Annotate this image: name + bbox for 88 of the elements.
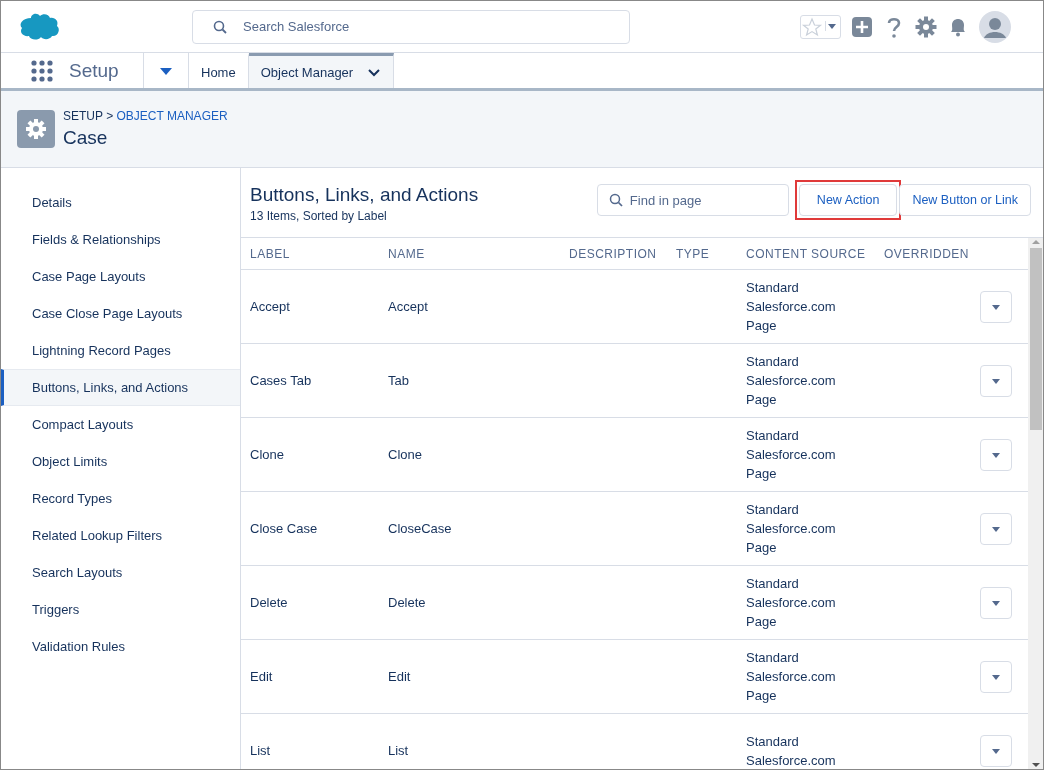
row-menu-button[interactable] bbox=[980, 290, 1012, 323]
sidebar-item[interactable]: Related Lookup Filters bbox=[1, 517, 240, 554]
column-header: OVERRIDDEN bbox=[884, 246, 970, 261]
scroll-up-icon[interactable] bbox=[1030, 238, 1041, 246]
table-cell-text: Standard bbox=[746, 353, 800, 371]
sidebar-item[interactable]: Buttons, Links, and Actions bbox=[1, 369, 240, 406]
breadcrumb-item[interactable]: SETUP bbox=[63, 109, 103, 123]
table-cell-text: List bbox=[250, 743, 272, 758]
table-cell-text: Salesforce.com bbox=[746, 594, 837, 612]
favorites-button[interactable] bbox=[800, 14, 841, 39]
table-cell-text: Delete bbox=[250, 595, 289, 610]
row-menu-button[interactable] bbox=[980, 438, 1012, 471]
scroll-down-icon[interactable] bbox=[1030, 761, 1041, 769]
table-cell-text: Salesforce.com bbox=[746, 520, 837, 538]
settings-icon bbox=[17, 110, 55, 148]
table-cell-text: Standard bbox=[746, 501, 800, 519]
table-cell-text: Page bbox=[746, 465, 778, 483]
add-icon[interactable] bbox=[851, 15, 873, 38]
settings-icon[interactable] bbox=[915, 15, 937, 38]
nav-menu-button[interactable] bbox=[143, 53, 189, 88]
table-cell-text: Page bbox=[746, 391, 778, 409]
chevron-icon bbox=[367, 66, 382, 78]
table-cell-text: Tab bbox=[388, 373, 410, 388]
scrollbar[interactable] bbox=[1028, 238, 1043, 769]
table-cell-text: Salesforce.com bbox=[746, 372, 837, 390]
table-cell-text: Standard bbox=[746, 279, 800, 297]
table-cell-text: Standard bbox=[746, 575, 800, 593]
search-icon bbox=[608, 193, 623, 207]
sidebar-item[interactable]: Record Types bbox=[1, 480, 240, 517]
table-cell-text: Page bbox=[746, 539, 778, 557]
column-header: LABEL bbox=[250, 246, 291, 261]
table-cell-text: Salesforce.com bbox=[746, 668, 837, 686]
table-cell-text: Clone bbox=[388, 447, 423, 462]
avatar-icon[interactable] bbox=[979, 10, 1011, 43]
table-cell-text: Page bbox=[746, 613, 778, 631]
search-field[interactable]: Search Salesforce bbox=[192, 9, 630, 44]
column-header: DESCRIPTION bbox=[569, 246, 658, 261]
table-cell-text: Salesforce.com bbox=[746, 751, 837, 769]
row-menu-button[interactable] bbox=[980, 734, 1012, 767]
sidebar-item[interactable]: Validation Rules bbox=[1, 628, 240, 665]
sidebar-item[interactable]: Case Close Page Layouts bbox=[1, 295, 240, 332]
sidebar-item[interactable]: Triggers bbox=[1, 591, 240, 628]
table-cell-text: Close Case bbox=[250, 521, 319, 536]
table-cell-text: Page bbox=[746, 317, 778, 335]
table-cell-text: Salesforce.com bbox=[746, 446, 837, 464]
table-cell-text: Standard bbox=[746, 427, 800, 445]
sidebar-item[interactable]: Case Page Layouts bbox=[1, 258, 240, 295]
breadcrumb-separator: > bbox=[106, 109, 114, 123]
column-header: NAME bbox=[388, 246, 426, 261]
table-cell-text: Standard bbox=[746, 732, 800, 751]
table-cell-text: Standard bbox=[746, 649, 800, 667]
breadcrumb-link[interactable]: OBJECT MANAGER bbox=[116, 109, 228, 123]
table-cell-text: CloseCase bbox=[388, 521, 453, 536]
action-button[interactable]: New Action bbox=[798, 184, 898, 216]
table-cell-text: Edit bbox=[388, 669, 412, 684]
column-header: TYPE bbox=[676, 246, 711, 261]
item-count: 13 Items, Sorted by Label bbox=[250, 209, 388, 223]
app-launcher-icon[interactable] bbox=[31, 59, 53, 82]
table-cell-text: Delete bbox=[388, 595, 427, 610]
column-header: CONTENT SOURCE bbox=[746, 246, 867, 261]
table-cell-text: Accept bbox=[388, 299, 429, 314]
table-cell-text: Salesforce.com bbox=[746, 298, 837, 316]
row-menu-button[interactable] bbox=[980, 364, 1012, 397]
row-menu-button[interactable] bbox=[980, 512, 1012, 545]
page-title: Case bbox=[63, 127, 109, 149]
find-field[interactable]: Find in page bbox=[596, 184, 789, 216]
search-icon bbox=[213, 19, 227, 34]
sidebar-item[interactable]: Details bbox=[1, 184, 240, 221]
table-cell-text: Clone bbox=[250, 447, 285, 462]
nav-tab[interactable]: Object Manager bbox=[248, 53, 395, 88]
table-cell-text: Cases Tab bbox=[250, 373, 313, 388]
sidebar-item[interactable]: Search Layouts bbox=[1, 554, 240, 591]
app-name: Setup bbox=[69, 59, 120, 82]
table-cell-text: Page bbox=[746, 687, 778, 705]
table-cell-text: Edit bbox=[250, 669, 274, 684]
sidebar-item[interactable]: Fields & Relationships bbox=[1, 221, 240, 258]
action-button[interactable]: New Button or Link bbox=[899, 184, 1031, 216]
sidebar-item[interactable]: Compact Layouts bbox=[1, 406, 240, 443]
row-menu-button[interactable] bbox=[980, 660, 1012, 693]
table-cell-text: Accept bbox=[250, 299, 291, 314]
caret-icon bbox=[825, 20, 838, 31]
star-icon bbox=[801, 15, 823, 38]
row-menu-button[interactable] bbox=[980, 586, 1012, 619]
sidebar-item[interactable]: Lightning Record Pages bbox=[1, 332, 240, 369]
table-cell-text: List bbox=[388, 743, 410, 758]
nav-tab[interactable]: Home bbox=[189, 53, 249, 88]
sidebar-item[interactable]: Object Limits bbox=[1, 443, 240, 480]
section-title: Buttons, Links, and Actions bbox=[250, 184, 479, 206]
